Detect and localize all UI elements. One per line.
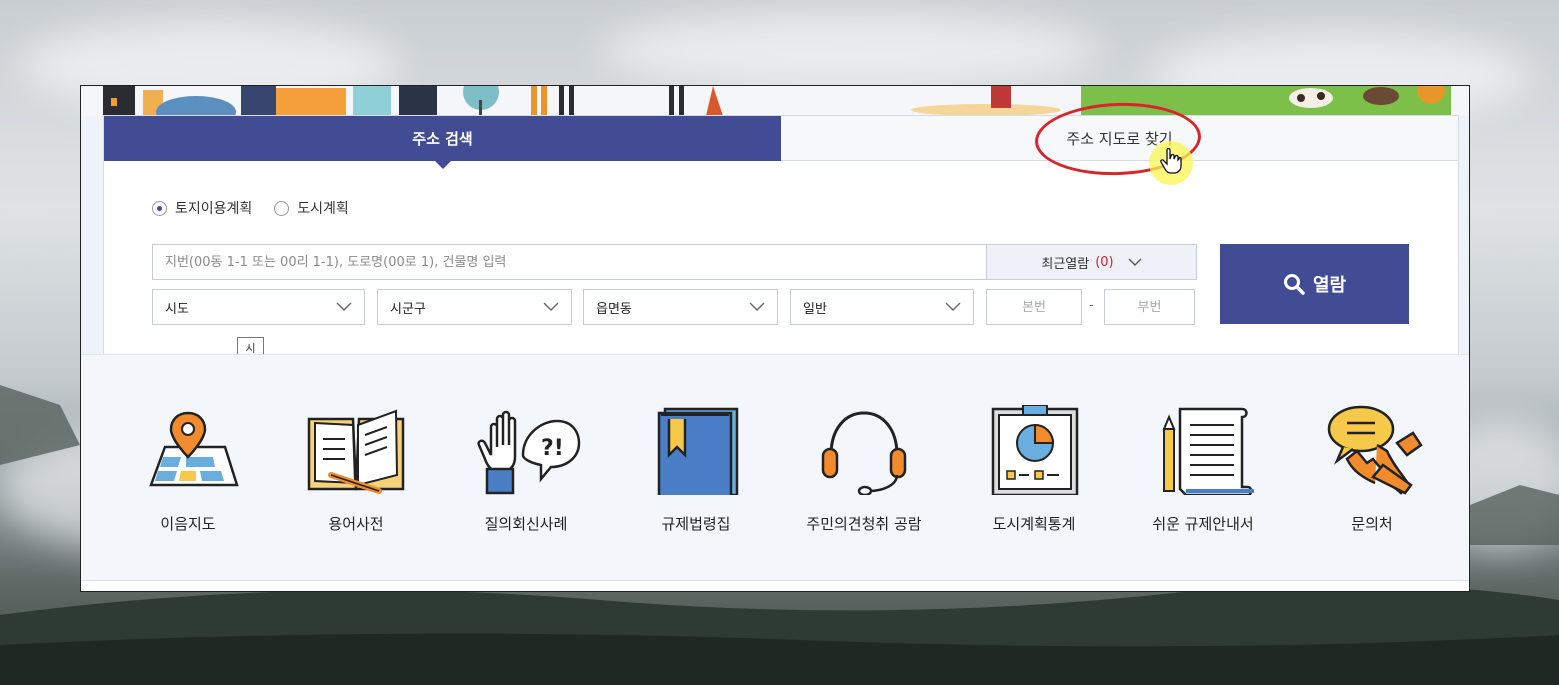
radio-unchecked-icon (274, 200, 290, 216)
view-button[interactable]: 열람 (1220, 244, 1409, 324)
chevron-down-icon (749, 302, 765, 311)
sub-lot-input[interactable] (1104, 289, 1195, 325)
quick-link-qa-cases[interactable]: ?! 질의회신사례 (441, 405, 611, 534)
chevron-down-icon (945, 302, 961, 311)
land-type-select[interactable]: 일반 (790, 289, 974, 325)
quick-link-label: 이음지도 (160, 515, 216, 533)
quick-link-label: 도시계획통계 (992, 515, 1076, 533)
radio-label: 토지이용계획 (175, 201, 253, 217)
quick-link-eum-map[interactable]: 이음지도 (103, 405, 273, 534)
main-lot-input[interactable] (986, 289, 1082, 325)
document-pencil-icon (1162, 407, 1254, 495)
banner-illustration (103, 86, 1451, 116)
eupmyeondong-select[interactable]: 읍면동 (583, 289, 778, 325)
quick-link-contact[interactable]: 문의처 (1287, 405, 1457, 534)
radio-land-use-plan[interactable]: 토지이용계획 (152, 198, 252, 218)
sido-select[interactable]: 시도 (152, 289, 365, 325)
land-use-info-window: 주소 검색 주소 지도로 찾기 토지이용계획 도시계획 최근열람 (0) (80, 85, 1470, 592)
headset-icon (821, 411, 907, 495)
address-search-input[interactable] (152, 244, 987, 280)
chevron-down-icon (1128, 258, 1142, 266)
tab-address-search[interactable]: 주소 검색 (104, 116, 781, 169)
background-cloud (600, 10, 1100, 90)
header-banner-illustration (81, 86, 1469, 116)
svg-text:?!: ?! (541, 436, 564, 461)
recent-views-dropdown[interactable]: 최근열람 (0) (987, 244, 1197, 280)
plan-type-radio-group: 토지이용계획 도시계획 (152, 198, 349, 218)
open-book-icon (307, 409, 405, 494)
map-pin-icon (149, 411, 239, 487)
hand-cursor-icon (1160, 148, 1182, 174)
quick-link-public-hearing[interactable]: 주민의견청취 공람 (779, 405, 949, 534)
radio-urban-plan[interactable]: 도시계획 (274, 198, 349, 218)
question-hand-icon: ?! (477, 410, 581, 495)
quick-link-easy-guide[interactable]: 쉬운 규제안내서 (1118, 405, 1288, 534)
quick-link-label: 쉬운 규제안내서 (1152, 515, 1254, 533)
chevron-down-icon (336, 302, 352, 311)
sigungu-select[interactable]: 시군구 (377, 289, 572, 325)
quick-link-glossary[interactable]: 용어사전 (271, 405, 441, 534)
quick-link-label: 문의처 (1351, 515, 1393, 533)
quick-link-label: 규제법령집 (661, 515, 731, 533)
window-bottom-strip (81, 580, 1469, 591)
law-book-icon (657, 407, 739, 495)
quick-link-label: 용어사전 (328, 515, 384, 533)
lot-separator: - (1089, 298, 1094, 313)
radio-checked-icon (152, 200, 167, 216)
address-search-panel: 주소 검색 주소 지도로 찾기 토지이용계획 도시계획 최근열람 (0) (103, 115, 1459, 355)
eupmyeondong-value: 읍면동 (596, 301, 632, 317)
quick-links-section: 이음지도 용어사전 ?! 질의회신사례 규제법령집 주민의견청취 공람 도시계획… (81, 354, 1469, 581)
search-icon (1283, 274, 1305, 295)
quick-link-urban-statistics[interactable]: 도시계획통계 (949, 405, 1119, 534)
land-type-value: 일반 (803, 301, 827, 317)
quick-link-regulations[interactable]: 규제법령집 (611, 405, 781, 534)
pie-chart-board-icon (991, 405, 1079, 495)
sido-value: 시도 (165, 301, 189, 317)
sigungu-value: 시군구 (390, 301, 426, 317)
quick-link-label: 질의회신사례 (484, 515, 568, 533)
quick-link-label: 주민의견청취 공람 (806, 515, 922, 533)
radio-label: 도시계획 (297, 201, 349, 217)
chevron-down-icon (543, 302, 559, 311)
view-button-label: 열람 (1312, 275, 1347, 296)
recent-views-label: 최근열람 (1041, 256, 1090, 272)
recent-views-count: (0) (1095, 254, 1114, 270)
phone-chat-icon (1327, 405, 1423, 495)
